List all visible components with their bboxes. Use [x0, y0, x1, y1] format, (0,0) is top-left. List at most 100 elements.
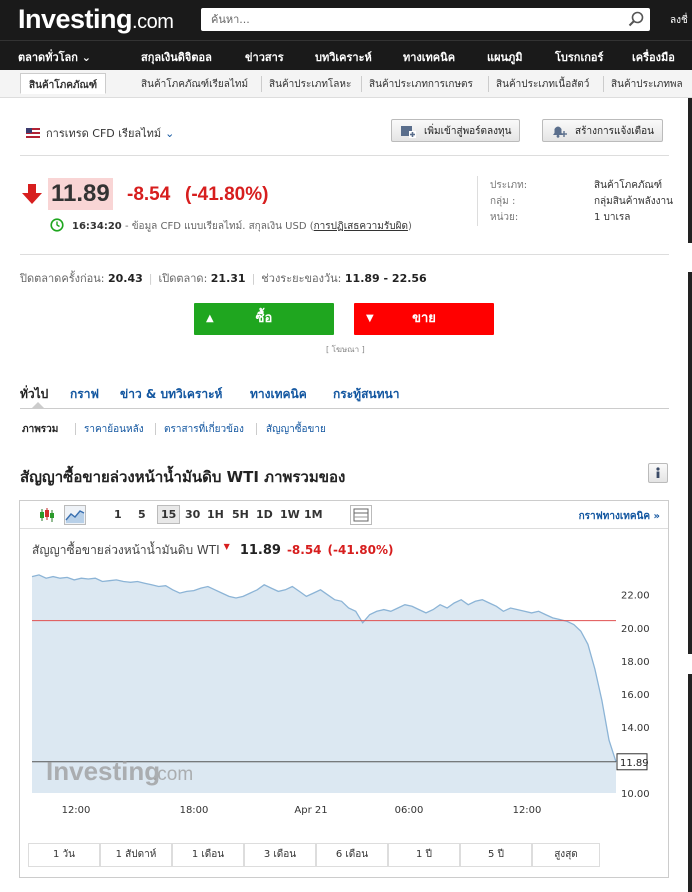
range-1m[interactable]: 1 เดือน: [172, 843, 244, 867]
watermark-suffix: .com: [152, 764, 193, 785]
subnav-divider: [603, 76, 604, 92]
divider: [20, 254, 669, 255]
buy-button[interactable]: ▲ ซื้อ: [194, 303, 334, 335]
subnav-realtime-commodities[interactable]: สินค้าโภคภัณฑ์เรียลไทม์: [141, 77, 248, 92]
bell-add-icon: [553, 126, 567, 138]
range-1d[interactable]: 1 วัน: [28, 843, 100, 867]
nav-crypto[interactable]: สกุลเงินดิจิตอล: [141, 48, 212, 66]
y-tick-label: 14.00: [621, 723, 650, 734]
search-icon[interactable]: [628, 11, 644, 27]
price-chart[interactable]: Investing.com 22.00 20.00 18.00 16.00 14.00 10…: [20, 563, 668, 833]
quote-time: 16:34:20: [72, 221, 122, 232]
subnav-meats[interactable]: สินค้าประเภทเนื้อสัตว์: [496, 77, 589, 92]
range-3m[interactable]: 3 เดือน: [244, 843, 316, 867]
price-change-percent: (-41.80%): [185, 184, 269, 205]
interval-5[interactable]: 5: [138, 508, 146, 521]
price-stats: ปิดตลาดครั้งก่อน: 20.43 | เปิดตลาด: 21.31 |…: [20, 272, 427, 285]
page-edge: [688, 674, 692, 892]
chart-widget: 1 5 15 30 1H 5H 1D 1W 1M กราฟทางเทคนิค »…: [19, 500, 669, 878]
investing-logo[interactable]: Investing.com: [18, 4, 174, 35]
us-flag-icon: [26, 128, 40, 138]
x-tick-label: 18:00: [180, 805, 209, 816]
range-5y[interactable]: 5 ปี: [460, 843, 532, 867]
interval-1h[interactable]: 1H: [207, 508, 224, 521]
main-nav: ตลาดทั่วโลก ⌄ สกุลเงินดิจิตอล ข่าวสาร บท…: [0, 40, 692, 70]
subnav-divider: [361, 76, 362, 92]
create-alert-button[interactable]: สร้างการแจ้งเตือน: [542, 119, 663, 142]
table-view-icon[interactable]: [350, 505, 372, 525]
ad-label: [ โฆษณา ]: [326, 345, 365, 354]
add-to-portfolio-button[interactable]: เพิ่มเข้าสู่พอร์ตลงทุน: [391, 119, 521, 142]
tab-underline: [20, 408, 669, 409]
range-6m[interactable]: 6 เดือน: [316, 843, 388, 867]
subtab-related[interactable]: ตราสารที่เกี่ยวข้อง: [164, 422, 244, 437]
chevron-down-icon: ⌄: [165, 127, 175, 140]
tab-forum[interactable]: กระทู้สนทนา: [333, 385, 399, 404]
info-group-label: กลุ่ม :: [490, 196, 516, 207]
active-tab-indicator: [32, 402, 44, 408]
subtab-contracts[interactable]: สัญญาซื้อขาย: [266, 422, 326, 437]
range-1w[interactable]: 1 สัปดาห์: [100, 843, 172, 867]
commodities-subnav: สินค้าโภคภัณฑ์ สินค้าโภคภัณฑ์เรียลไทม์ ส…: [0, 70, 692, 98]
interval-15[interactable]: 15: [157, 505, 181, 524]
clock-icon: [50, 218, 64, 232]
subnav-divider: [488, 76, 489, 92]
nav-brokers[interactable]: โบรกเกอร์: [555, 48, 603, 66]
subnav-agriculture[interactable]: สินค้าประเภทการเกษตร: [369, 77, 473, 92]
market-selector[interactable]: การเทรด CFD เรียลไทม์ ⌄: [26, 124, 174, 142]
day-range-value: 11.89 - 22.56: [344, 272, 427, 285]
nav-news[interactable]: ข่าวสาร: [245, 48, 284, 66]
section-title: สัญญาซื้อขายล่วงหน้าน้ำมันดิบ WTI ภาพรวม…: [20, 468, 346, 486]
range-1y[interactable]: 1 ปี: [388, 843, 460, 867]
subnav-commodities[interactable]: สินค้าโภคภัณฑ์: [20, 73, 107, 94]
last-price-label: 11.89: [620, 758, 649, 769]
top-bar: Investing.com ลงชื่: [0, 0, 692, 40]
candlestick-icon[interactable]: [36, 505, 58, 525]
subtab-historical[interactable]: ราคาย้อนหลัง: [84, 422, 144, 437]
nav-analysis[interactable]: บทวิเคราะห์: [315, 48, 372, 66]
tab-technical[interactable]: ทางเทคนิค: [250, 385, 307, 404]
interval-1[interactable]: 1: [114, 508, 122, 521]
subtab-divider: [75, 423, 76, 435]
prev-close-value: 20.43: [107, 272, 143, 285]
page-edge: [688, 98, 692, 243]
nav-world-markets[interactable]: ตลาดทั่วโลก ⌄: [18, 48, 91, 66]
range-max[interactable]: สูงสุด: [532, 843, 600, 867]
interval-1m[interactable]: 1M: [304, 508, 323, 521]
nav-tools[interactable]: เครื่องมือ: [632, 48, 675, 66]
arrow-down-icon: [22, 184, 42, 204]
last-price: 11.89: [48, 178, 113, 210]
watermark-logo: Investing: [46, 756, 160, 786]
info-icon: [656, 467, 660, 478]
y-tick-label: 16.00: [621, 690, 650, 701]
chart-instrument-name: สัญญาซื้อขายล่วงหน้าน้ำมันดิบ WTI: [32, 543, 220, 557]
disclaimer-link[interactable]: การปฏิเสธความรับผิด: [314, 221, 408, 232]
subtab-divider: [256, 423, 257, 435]
info-button[interactable]: [648, 463, 668, 483]
y-tick-label: 20.00: [621, 624, 650, 635]
subnav-energy[interactable]: สินค้าประเภทพล: [611, 77, 683, 92]
interval-5h[interactable]: 5H: [232, 508, 249, 521]
page-edge: [688, 272, 692, 654]
nav-technical[interactable]: ทางเทคนิค: [403, 48, 455, 66]
x-tick-label: Apr 21: [294, 805, 327, 816]
subnav-metals[interactable]: สินค้าประเภทโลหะ: [269, 77, 351, 92]
tab-chart[interactable]: กราฟ: [70, 385, 99, 404]
nav-charts[interactable]: แผนภูมิ: [487, 48, 523, 66]
y-tick-label: 18.00: [621, 657, 650, 668]
subtab-summary[interactable]: ภาพรวม: [22, 422, 58, 437]
chart-price: 11.89: [239, 543, 281, 558]
interval-1w[interactable]: 1W: [280, 508, 300, 521]
search-box[interactable]: [201, 8, 650, 31]
tab-news-analysis[interactable]: ข่าว & บทวิเคราะห์: [120, 385, 222, 404]
x-tick-label: 06:00: [395, 805, 424, 816]
technical-chart-link[interactable]: กราฟทางเทคนิค »: [579, 509, 660, 524]
search-input[interactable]: [201, 8, 601, 31]
interval-1d[interactable]: 1D: [256, 508, 273, 521]
sell-button[interactable]: ▼ ขาย: [354, 303, 494, 335]
chart-change: -8.54: [286, 543, 322, 557]
interval-30[interactable]: 30: [185, 508, 200, 521]
login-link[interactable]: ลงชื่: [670, 13, 688, 28]
area-chart-icon[interactable]: [64, 505, 86, 525]
price-change: -8.54: [127, 184, 171, 205]
